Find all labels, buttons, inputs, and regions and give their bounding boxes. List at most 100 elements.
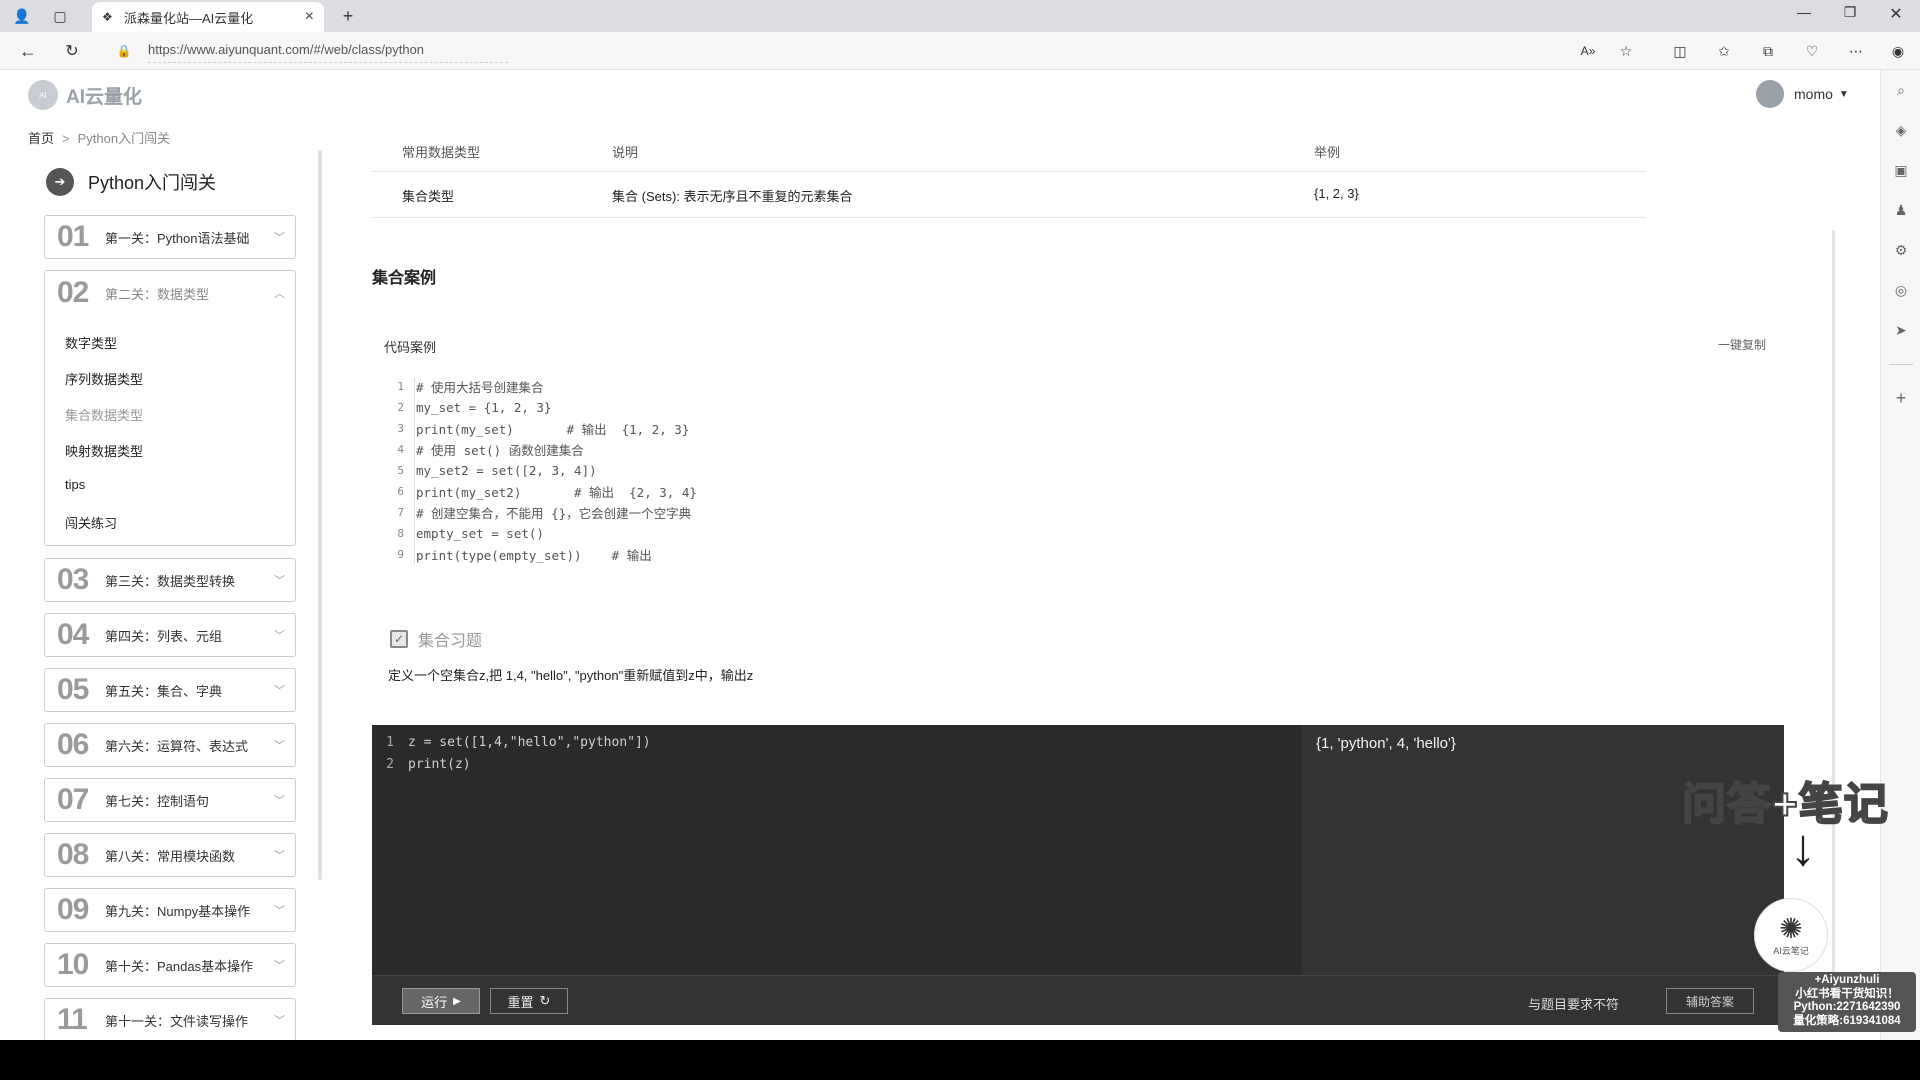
level-02-header[interactable]: 02 第二关：数据类型 ︿ — [45, 271, 295, 315]
add-icon[interactable]: + — [1891, 388, 1911, 408]
favorite-star-icon[interactable]: ☆ — [1614, 39, 1638, 63]
browser-viewport: 👤 ▢ ❖ 派森量化站—AI云量化 × + — ❐ ✕ ← ↻ 🔒 https:… — [0, 0, 1920, 1040]
url-underline — [148, 62, 508, 63]
refresh-icon: ↻ — [539, 993, 551, 1008]
read-aloud-icon[interactable]: A» — [1576, 39, 1600, 63]
user-menu[interactable]: momo ▼ — [1756, 80, 1849, 108]
content-scrollbar[interactable] — [1832, 230, 1835, 1020]
avatar — [1756, 80, 1784, 108]
level-03[interactable]: 03 第三关：数据类型转换 ﹀ — [44, 558, 296, 602]
level-11[interactable]: 11 第十一关：文件读写操作 ﹀ — [44, 998, 296, 1040]
level-01[interactable]: 01 第一关：Python语法基础 ﹀ — [44, 215, 296, 259]
sub-item-sequence-types[interactable]: 序列数据类型 — [65, 369, 143, 388]
games-icon[interactable]: ♟ — [1891, 202, 1911, 222]
logo-text: AI云量化 — [66, 86, 143, 108]
ai-badge-label: AI云笔记 — [1773, 945, 1809, 956]
sub-item-number-types[interactable]: 数字类型 — [65, 333, 117, 352]
line-number: 3 — [397, 422, 404, 435]
sub-item-tips[interactable]: tips — [65, 477, 85, 492]
user-name: momo — [1794, 86, 1833, 102]
outlook-icon[interactable]: ◎ — [1891, 282, 1911, 302]
hint-answer-button[interactable]: 辅助答案 — [1666, 988, 1754, 1014]
level-number: 02 — [57, 276, 89, 309]
close-tab-icon[interactable]: × — [305, 8, 314, 26]
table-cell: 集合 (Sets): 表示无序且不重复的元素集合 — [612, 189, 853, 204]
table-cell: 集合类型 — [402, 189, 455, 204]
line-number: 6 — [397, 485, 404, 498]
level-number: 04 — [57, 618, 89, 651]
more-icon[interactable]: ⋯ — [1844, 39, 1868, 63]
line-number: 5 — [397, 464, 404, 477]
editor-code-text: print(z) — [408, 756, 471, 772]
line-number: 2 — [386, 756, 394, 772]
extensions-icon[interactable]: ♡ — [1800, 39, 1824, 63]
editor-line: 2 print(z) — [372, 753, 1302, 775]
address-bar: ← ↻ 🔒 https://www.aiyunquant.com/#/web/c… — [0, 32, 1920, 70]
briefcase-icon[interactable]: ▣ — [1891, 162, 1911, 182]
exercise-title: ✓ 集合习题 — [390, 627, 482, 651]
sub-item-set-types[interactable]: 集合数据类型 — [65, 405, 143, 424]
code-line: 7 # 创建空集合，不能用 {}，它会创建一个空字典 — [384, 502, 1384, 523]
tab-actions-icon[interactable]: ▢ — [48, 4, 72, 28]
level-number: 01 — [57, 220, 89, 253]
url-field[interactable]: https://www.aiyunquant.com/#/web/class/p… — [148, 42, 424, 57]
level-09[interactable]: 09 第九关：Numpy基本操作 ﹀ — [44, 888, 296, 932]
refresh-icon[interactable]: ↻ — [60, 39, 84, 63]
close-window-icon[interactable]: ✕ — [1876, 4, 1916, 24]
minimize-icon[interactable]: — — [1784, 4, 1824, 20]
run-button[interactable]: 运行 ▶ — [402, 988, 480, 1014]
browser-tab-active[interactable]: ❖ 派森量化站—AI云量化 × — [92, 2, 324, 32]
table-row: 集合类型 集合 (Sets): 表示无序且不重复的元素集合 {1, 2, 3} — [372, 174, 1646, 218]
line-number: 4 — [397, 443, 404, 456]
reset-label: 重置 — [507, 994, 534, 1010]
table-cell: {1, 2, 3} — [1314, 186, 1359, 201]
code-example-block: 1 # 使用大括号创建集合 2 my_set = {1, 2, 3} 3 print(… — [384, 376, 1384, 565]
level-06[interactable]: 06 第六关：运算符、表达式 ﹀ — [44, 723, 296, 767]
play-icon: ▶ — [453, 995, 461, 1007]
sidebar-scrollbar[interactable] — [318, 150, 322, 880]
profile-icon[interactable]: 👤 — [10, 4, 34, 28]
split-screen-icon[interactable]: ◫ — [1668, 39, 1692, 63]
code-text: my_set2 = set([2, 3, 4]) — [416, 463, 597, 478]
level-number: 08 — [57, 838, 89, 871]
tab-bar: 👤 ▢ ❖ 派森量化站—AI云量化 × + — ❐ ✕ — [0, 0, 1920, 32]
search-icon[interactable]: ⌕ — [1891, 82, 1911, 102]
letterbox-bar — [0, 1040, 1920, 1080]
level-05[interactable]: 05 第五关：集合、字典 ﹀ — [44, 668, 296, 712]
collections-icon[interactable]: ⧉ — [1756, 39, 1780, 63]
table-header-cell: 说明 — [612, 145, 639, 160]
send-icon[interactable]: ➤ — [1891, 322, 1911, 342]
promo-watermark: +Aiyunzhuli 小红书看干货知识！ Python:2271642390 … — [1778, 972, 1916, 1032]
level-label: 第十关：Pandas基本操作 — [105, 958, 254, 974]
restore-icon[interactable]: ❐ — [1830, 4, 1870, 21]
chevron-up-icon: ︿ — [274, 288, 285, 300]
level-08[interactable]: 08 第八关：常用模块函数 ﹀ — [44, 833, 296, 877]
overlay-note-text: 问答+笔记 — [1681, 779, 1889, 830]
reset-button[interactable]: 重置 ↻ — [490, 988, 568, 1014]
line-number: 1 — [397, 380, 404, 393]
new-tab-icon[interactable]: + — [336, 4, 360, 28]
line-number: 2 — [397, 401, 404, 414]
back-icon[interactable]: ← — [16, 39, 40, 63]
code-line: 5 my_set2 = set([2, 3, 4]) — [384, 460, 1384, 481]
copy-all-button[interactable]: 一键复制 — [1718, 336, 1766, 353]
lock-icon[interactable]: 🔒 — [112, 39, 136, 63]
line-number: 8 — [397, 527, 404, 540]
sub-item-practice[interactable]: 闯关练习 — [65, 513, 117, 532]
tag-icon[interactable]: ◈ — [1891, 122, 1911, 142]
output-text: {1, 'python', 4, 'hello'} — [1316, 735, 1456, 752]
favorites-icon[interactable]: ✩ — [1712, 39, 1736, 63]
level-04[interactable]: 04 第四关：列表、元组 ﹀ — [44, 613, 296, 657]
sub-item-mapping-types[interactable]: 映射数据类型 — [65, 441, 143, 460]
site-logo[interactable]: AI AI云量化 — [28, 80, 142, 110]
section-title: 集合案例 — [372, 270, 437, 287]
editor-line: 1 z = set([1,4,"hello","python"]) — [372, 731, 1302, 753]
code-editor-input[interactable]: 1 z = set([1,4,"hello","python"]) 2 print(… — [372, 725, 1302, 975]
chevron-down-icon: ﹀ — [274, 630, 285, 642]
copilot-icon[interactable]: ◉ — [1886, 39, 1910, 63]
settings-icon[interactable]: ⚙ — [1891, 242, 1911, 262]
level-10[interactable]: 10 第十关：Pandas基本操作 ﹀ — [44, 943, 296, 987]
level-07[interactable]: 07 第七关：控制语句 ﹀ — [44, 778, 296, 822]
ai-notes-badge[interactable]: ✺ AI云笔记 — [1754, 898, 1828, 972]
breadcrumb-home[interactable]: 首页 — [28, 131, 54, 146]
